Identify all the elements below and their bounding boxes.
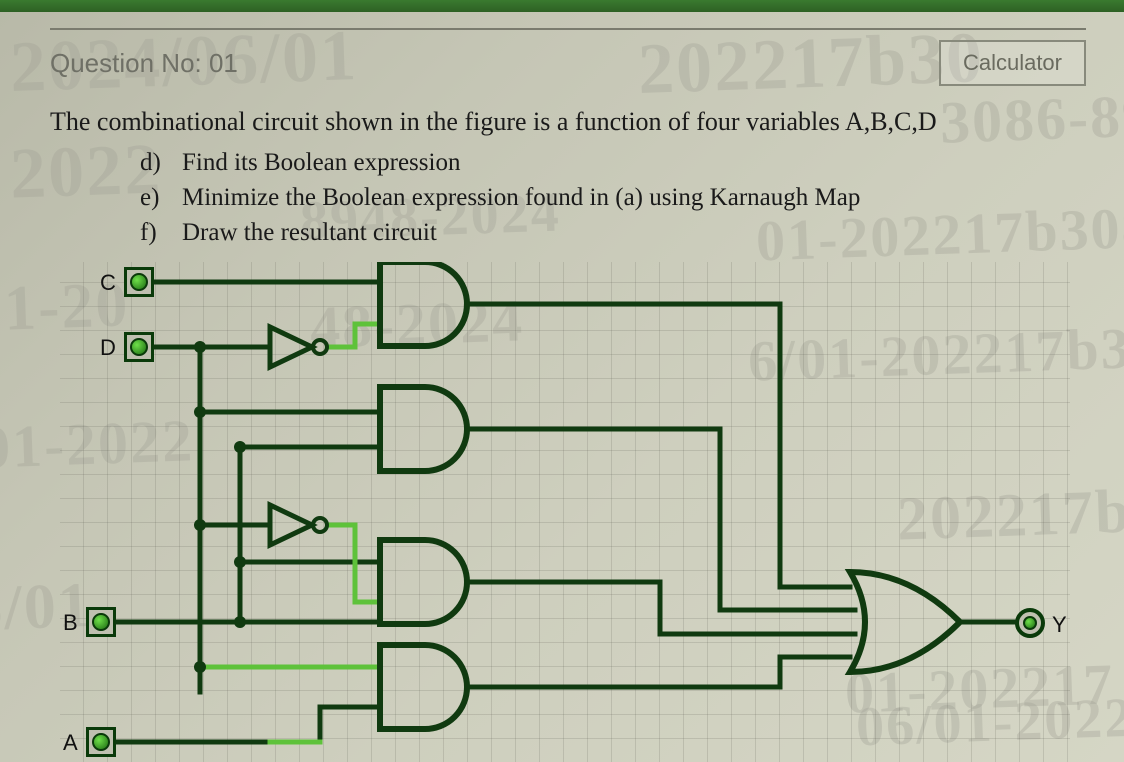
question-parts: d) Find its Boolean expression e) Minimi… (140, 145, 1086, 250)
and-gate-4 (380, 645, 467, 729)
part-text: Draw the resultant circuit (182, 215, 437, 250)
part-e: e) Minimize the Boolean expression found… (140, 180, 1086, 215)
part-text: Find its Boolean expression (182, 145, 460, 180)
circuit-svg (60, 262, 1070, 762)
part-text: Minimize the Boolean expression found in… (182, 180, 860, 215)
question-intro: The combinational circuit shown in the f… (50, 104, 1086, 139)
not-gate-2 (270, 505, 327, 545)
calculator-button[interactable]: Calculator (939, 40, 1086, 86)
and-gate-1 (380, 262, 467, 346)
circuit-diagram: C D B A Y (60, 262, 1070, 762)
or-gate (850, 572, 960, 672)
part-d: d) Find its Boolean expression (140, 145, 1086, 180)
question-number: Question No: 01 (50, 48, 238, 79)
part-f: f) Draw the resultant circuit (140, 215, 1086, 250)
not-gate-1 (270, 327, 327, 367)
part-marker: f) (140, 215, 168, 250)
part-marker: d) (140, 145, 168, 180)
and-gate-3 (380, 540, 467, 624)
and-gate-2 (380, 387, 467, 471)
part-marker: e) (140, 180, 168, 215)
